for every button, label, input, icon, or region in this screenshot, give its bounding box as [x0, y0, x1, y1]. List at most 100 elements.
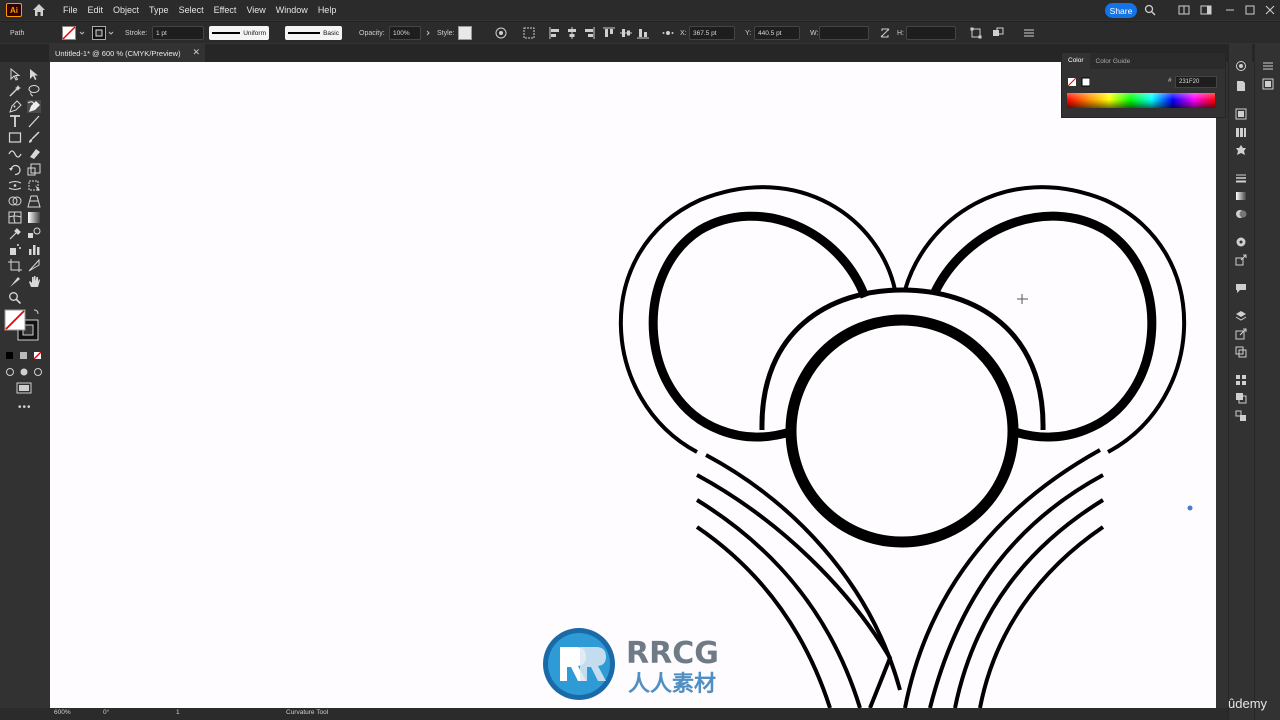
artboard-number[interactable]: 1 — [176, 709, 180, 716]
graphic-style-swatch[interactable] — [458, 26, 472, 40]
tab-color-guide[interactable]: Color Guide — [1090, 58, 1137, 65]
share-button[interactable]: Share — [1105, 3, 1137, 18]
panel-menu-icon[interactable] — [1023, 27, 1035, 39]
change-screen-mode-icon[interactable] — [16, 382, 32, 394]
menu-file[interactable]: File — [58, 0, 83, 20]
artboards-icon[interactable] — [1235, 346, 1247, 358]
transparency-icon[interactable] — [1235, 208, 1247, 220]
document-info-icon[interactable] — [1235, 80, 1247, 92]
menu-object[interactable]: Object — [108, 0, 144, 20]
pathfinder-icon[interactable] — [1235, 392, 1247, 404]
rotation-value[interactable]: 0° — [103, 709, 109, 716]
close-icon[interactable]: ✕ — [192, 47, 200, 58]
arrange-documents-icon[interactable] — [1178, 4, 1190, 16]
align-top-icon[interactable] — [603, 27, 615, 39]
height-field[interactable] — [906, 26, 956, 40]
menu-view[interactable]: View — [241, 0, 270, 20]
symbols-icon[interactable] — [1235, 144, 1247, 156]
swatches-icon[interactable] — [1262, 78, 1274, 90]
minimize-icon[interactable] — [1224, 4, 1236, 16]
slice-tool-icon[interactable] — [27, 259, 41, 272]
hand-tool-icon[interactable] — [27, 275, 41, 288]
hex-input[interactable]: 231F20 — [1175, 76, 1217, 88]
eyedropper-tool-icon[interactable] — [8, 227, 22, 240]
knife-tool-icon[interactable] — [8, 275, 22, 288]
rotate-tool-icon[interactable] — [8, 163, 22, 176]
shaper-tool-icon[interactable] — [8, 147, 22, 160]
scale-tool-icon[interactable] — [27, 163, 41, 176]
transform-panel-icon[interactable] — [1235, 108, 1247, 120]
align-panel-icon[interactable] — [1235, 374, 1247, 386]
symbol-sprayer-tool-icon[interactable] — [8, 243, 22, 256]
properties-icon[interactable] — [1262, 60, 1274, 72]
selection-tool-icon[interactable] — [8, 68, 22, 81]
paintbrush-tool-icon[interactable] — [27, 131, 41, 144]
type-tool-icon[interactable] — [8, 115, 22, 128]
align-center-icon[interactable] — [566, 27, 578, 39]
opacity-label[interactable]: Opacity: — [359, 22, 385, 44]
asset-export-icon[interactable] — [1235, 328, 1247, 340]
close-window-icon[interactable] — [1264, 4, 1276, 16]
comments-icon[interactable] — [1235, 282, 1247, 294]
menu-edit[interactable]: Edit — [83, 0, 109, 20]
workspace-icon[interactable] — [1200, 4, 1212, 16]
fill-stroke-mini-swatch[interactable] — [1068, 77, 1090, 87]
reference-point-icon[interactable] — [662, 27, 674, 39]
search-icon[interactable] — [1144, 4, 1156, 16]
direct-selection-tool-icon[interactable] — [27, 68, 41, 81]
home-icon[interactable] — [32, 3, 46, 17]
current-tool-name[interactable]: Curvature Tool — [286, 709, 328, 716]
edit-toolbar-icon[interactable]: ••• — [18, 402, 32, 413]
fill-none-swatch-icon[interactable] — [62, 26, 76, 40]
app-logo[interactable]: Ai — [6, 3, 22, 17]
menu-help[interactable]: Help — [313, 0, 342, 20]
chevron-down-icon[interactable] — [108, 30, 114, 36]
line-segment-tool-icon[interactable] — [27, 115, 41, 128]
document-tab[interactable]: Untitled-1* @ 600 % (CMYK/Preview) ✕ — [49, 44, 205, 62]
align-to-icon[interactable] — [523, 27, 535, 39]
align-bottom-icon[interactable] — [637, 27, 649, 39]
rectangle-tool-icon[interactable] — [8, 131, 22, 144]
chevron-down-icon[interactable] — [79, 30, 85, 36]
tab-color[interactable]: Color — [1062, 53, 1090, 69]
x-position-field[interactable]: 367.5 pt — [689, 26, 735, 40]
artboard-canvas[interactable] — [50, 62, 1216, 708]
artboard-tool-icon[interactable] — [8, 259, 22, 272]
stroke-panel-icon[interactable] — [1235, 172, 1247, 184]
export-icon[interactable] — [1235, 254, 1247, 266]
pen-tool-icon[interactable] — [8, 100, 22, 113]
width-tool-icon[interactable] — [8, 179, 22, 192]
eraser-tool-icon[interactable] — [27, 147, 41, 160]
layers-icon[interactable] — [1235, 310, 1247, 322]
fill-stroke-swatches[interactable] — [4, 308, 40, 342]
variable-width-profile-dropdown[interactable]: Uniform — [209, 26, 269, 40]
menu-window[interactable]: Window — [271, 0, 313, 20]
brush-definition-dropdown[interactable]: Basic — [285, 26, 342, 40]
column-graph-tool-icon[interactable] — [27, 243, 41, 256]
opacity-field[interactable]: 100% — [389, 26, 421, 40]
zoom-level[interactable]: 600% — [54, 709, 71, 716]
maximize-icon[interactable] — [1244, 4, 1256, 16]
menu-type[interactable]: Type — [144, 0, 174, 20]
isolate-group-icon[interactable] — [992, 27, 1004, 39]
gradient-tool-icon[interactable] — [27, 211, 41, 224]
free-transform-tool-icon[interactable] — [27, 179, 41, 192]
libraries-icon[interactable] — [1235, 126, 1247, 138]
zoom-tool-icon[interactable] — [8, 291, 22, 304]
align-middle-icon[interactable] — [620, 27, 632, 39]
chevron-right-icon[interactable] — [425, 30, 431, 36]
transform-align-icon[interactable] — [1235, 410, 1247, 422]
recolor-artwork-icon[interactable] — [495, 27, 507, 39]
curvature-tool-icon[interactable] — [27, 100, 41, 113]
color-spectrum[interactable] — [1067, 93, 1215, 108]
y-position-field[interactable]: 440.5 pt — [754, 26, 800, 40]
blend-tool-icon[interactable] — [27, 227, 41, 240]
gradient-panel-icon[interactable] — [1235, 190, 1247, 202]
constrain-proportions-icon[interactable] — [879, 27, 891, 39]
align-left-icon[interactable] — [549, 27, 561, 39]
shape-builder-tool-icon[interactable] — [8, 195, 22, 208]
align-right-icon[interactable] — [583, 27, 595, 39]
appearance-icon[interactable] — [1235, 60, 1247, 72]
draw-mode-icons[interactable] — [5, 367, 43, 377]
stroke-swatch-icon[interactable] — [92, 26, 106, 40]
